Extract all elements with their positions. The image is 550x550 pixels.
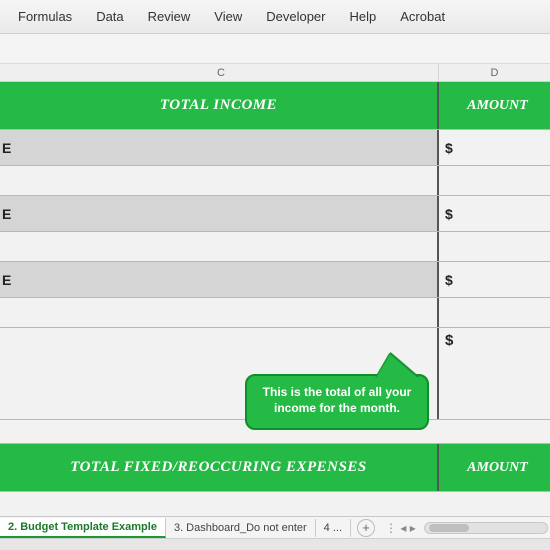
column-header-d[interactable]: D [439,64,550,81]
income-row-2-label: E [0,196,437,231]
blank-row-3[interactable] [0,298,550,328]
scrollbar-thumb[interactable] [429,524,469,532]
header-amount-label: AMOUNT [439,82,550,129]
callout-text: This is the total of all your income for… [263,385,412,415]
header-expenses-amount-label: AMOUNT [439,444,550,491]
menu-view[interactable]: View [202,5,254,28]
income-row-3[interactable]: E $ [0,262,550,298]
income-row-1[interactable]: E $ [0,130,550,166]
income-row-2[interactable]: E $ [0,196,550,232]
callout-total-income: This is the total of all your income for… [245,374,429,430]
income-total-amount: $ [439,328,550,419]
income-row-2-amount: $ [439,196,550,231]
blank-row-2[interactable] [0,232,550,262]
ribbon-menu: Formulas Data Review View Developer Help… [0,0,550,34]
income-row-3-label: E [0,262,437,297]
menu-acrobat[interactable]: Acrobat [388,5,457,28]
sheet-tab-dashboard[interactable]: 3. Dashboard_Do not enter [166,519,316,537]
blank-row-1[interactable] [0,166,550,196]
menu-developer[interactable]: Developer [254,5,337,28]
menu-formulas[interactable]: Formulas [6,5,84,28]
horizontal-scrollbar[interactable] [424,522,548,534]
sheet-tab-bar: 2. Budget Template Example 3. Dashboard_… [0,516,550,538]
income-row-1-label: E [0,130,437,165]
sheet-tab-more[interactable]: 4 ... [316,519,351,537]
ribbon-toolbar [0,34,550,64]
column-headers: C D [0,64,550,82]
menu-help[interactable]: Help [338,5,389,28]
header-total-income: TOTAL INCOME AMOUNT [0,82,550,130]
worksheet[interactable]: TOTAL INCOME AMOUNT E $ E $ E $ $ TOTAL … [0,82,550,516]
add-sheet-button[interactable]: + [357,519,375,537]
sheet-tab-budget-template[interactable]: 2. Budget Template Example [0,518,166,538]
menu-review[interactable]: Review [136,5,203,28]
header-total-expenses-label: TOTAL FIXED/REOCCURING EXPENSES [0,444,439,491]
tab-nav-dots[interactable]: ⋮ ◂ ▸ [381,521,420,535]
menu-data[interactable]: Data [84,5,135,28]
column-header-c[interactable]: C [4,64,439,81]
header-total-income-label: TOTAL INCOME [0,82,439,129]
income-row-3-amount: $ [439,262,550,297]
status-bar [0,538,550,550]
header-total-expenses: TOTAL FIXED/REOCCURING EXPENSES AMOUNT [0,444,550,492]
income-row-1-amount: $ [439,130,550,165]
